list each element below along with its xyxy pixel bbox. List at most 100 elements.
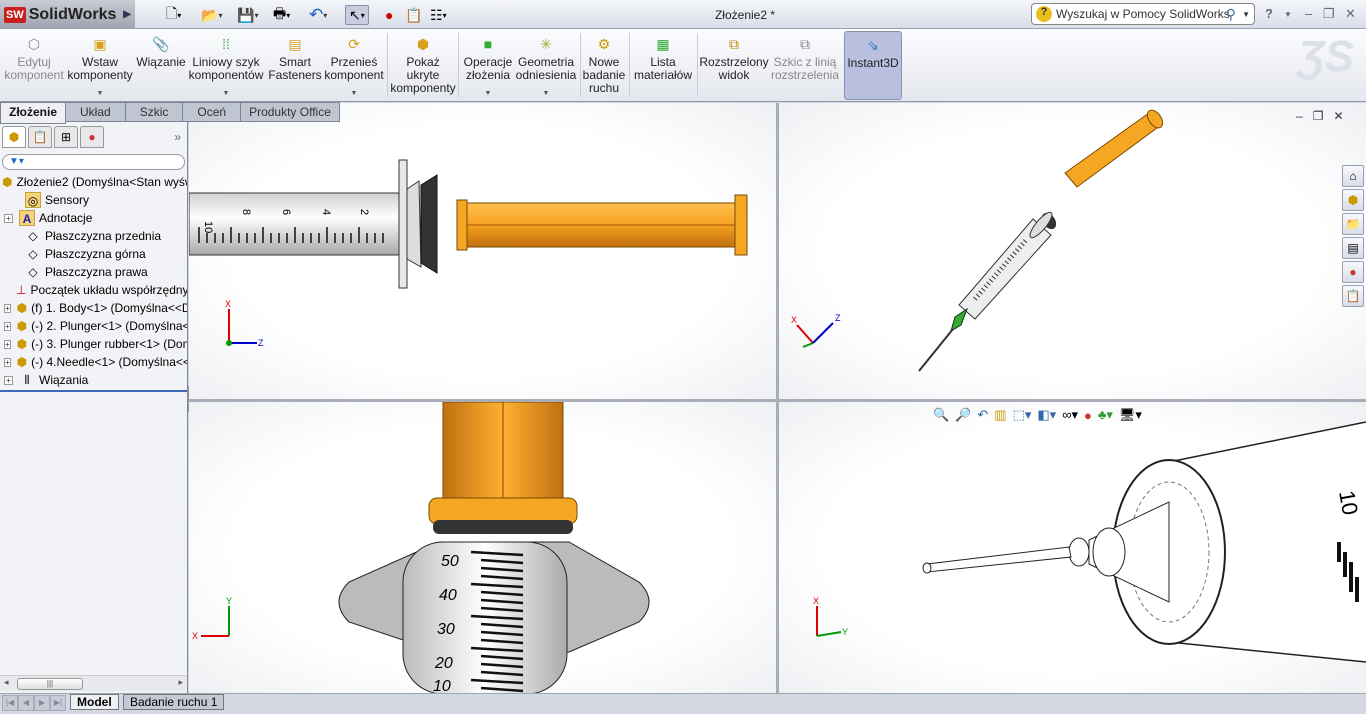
display-manager-tab-icon[interactable]: ● — [80, 126, 104, 148]
exploded-view-button[interactable]: ⧉ Rozstrzelony widok — [699, 31, 768, 100]
command-manager: ⬡ Edytuj komponent ▣ Wstaw komponenty ▼ 📎 Wiąz… — [0, 29, 1366, 102]
viewport-horizontal-splitter[interactable] — [189, 399, 1366, 402]
tree-item-needle[interactable]: + ⬢(-) 4.Needle<1> (Domyślna<<Domyślna> — [0, 353, 187, 371]
tree-item-right-plane[interactable]: ◇ Płaszczyzna prawa — [0, 263, 187, 281]
viewport-right[interactable]: 10 X Y — [779, 402, 1366, 694]
custom-properties-icon[interactable]: 📋 — [1342, 285, 1364, 307]
expand-icon[interactable]: + — [4, 303, 11, 313]
expand-icon[interactable]: + — [4, 375, 13, 385]
expand-icon[interactable]: + — [4, 321, 11, 331]
appearances-icon[interactable]: ● — [1342, 261, 1364, 283]
mark: 8 — [240, 209, 252, 215]
move-component-button[interactable]: ⟳ Przenieś komponent ▼ — [324, 31, 383, 100]
tree-item-origin[interactable]: ⊥ Początek układu współrzędnych — [0, 281, 187, 299]
next-tab-icon[interactable]: ▶ — [34, 695, 50, 711]
command-tabs: Złożenie Układ Szkic Oceń Produkty Offic… — [0, 102, 340, 124]
viewport-front[interactable]: 10 8 6 4 2 X Z — [189, 103, 776, 399]
label: Złożenie2 (Domyślna<Stan wyświetlania-1>… — [16, 175, 187, 189]
view-settings-icon[interactable]: 🖥▾ — [1119, 407, 1142, 423]
axis-z-label: Z — [258, 338, 264, 348]
tree-item-plunger[interactable]: + ⬢(-) 2. Plunger<1> (Domyślna<<Domyślna> — [0, 317, 187, 335]
restore-button[interactable]: ❐ — [1323, 6, 1335, 22]
restore-viewport-button[interactable]: ❐ — [1313, 109, 1324, 123]
rollback-bar[interactable] — [0, 390, 187, 392]
bill-of-materials-button[interactable]: ▦ Lista materiałów — [632, 31, 694, 100]
viewport-top[interactable]: 50 40 30 20 10 Y X — [189, 402, 776, 694]
viewport-isometric[interactable]: X Z — [779, 103, 1366, 399]
last-tab-icon[interactable]: ▶| — [50, 695, 66, 711]
property-manager-tab-icon[interactable]: 📋 — [28, 126, 52, 148]
reference-geometry-icon: ✳ — [540, 36, 552, 52]
chevron-down-icon[interactable]: ▼ — [543, 87, 550, 100]
prev-tab-icon[interactable]: ◀ — [18, 695, 34, 711]
tab-layout[interactable]: Układ — [66, 102, 126, 122]
show-hidden-components-button[interactable]: ⬢ Pokaż ukryte komponenty — [390, 31, 455, 100]
close-button[interactable]: ✕ — [1345, 6, 1356, 22]
zoom-to-fit-icon[interactable]: 🔍 — [933, 407, 949, 423]
tree-item-plunger-rubber[interactable]: + ⬢(-) 3. Plunger rubber<1> (Domyślna<<Do… — [0, 335, 187, 353]
zoom-to-area-icon[interactable]: 🔎 — [955, 407, 971, 423]
tree-filter-input[interactable]: ▼▾ — [2, 154, 185, 170]
design-library-icon[interactable]: ⬢ — [1342, 189, 1364, 211]
tree-item-top-plane[interactable]: ◇ Płaszczyzna górna — [0, 245, 187, 263]
tree-item-body[interactable]: + ⬢(f) 1. Body<1> (Domyślna<<Domyślna> — [0, 299, 187, 317]
tab-model[interactable]: Model — [70, 694, 119, 710]
tree-item-assembly[interactable]: ⬢Złożenie2 (Domyślna<Stan wyświetlania-1… — [0, 173, 187, 191]
edit-component-icon: ⬡ — [27, 36, 41, 52]
expand-icon[interactable]: + — [4, 357, 11, 367]
chevron-down-icon[interactable]: ▼ — [223, 87, 230, 100]
horizontal-scrollbar[interactable]: ◂ ||| ▸ — [0, 675, 187, 691]
view-palette-icon[interactable]: ▤ — [1342, 237, 1364, 259]
label: Fasteners — [268, 68, 322, 82]
apply-scene-icon[interactable]: ♣▾ — [1098, 407, 1113, 423]
tab-evaluate[interactable]: Oceń — [183, 102, 242, 122]
minimize-viewport-button[interactable]: – — [1296, 109, 1303, 123]
new-motion-study-button[interactable]: ⚙ Nowe badanie ruchu — [583, 31, 626, 100]
help-dropdown-icon[interactable]: ▼ — [1284, 10, 1292, 19]
tree-item-sensors[interactable]: ◎ Sensory — [0, 191, 187, 209]
first-tab-icon[interactable]: |◀ — [2, 695, 18, 711]
file-explorer-icon[interactable]: 📁 — [1342, 213, 1364, 235]
smart-fasteners-button[interactable]: ▤ Smart Fasteners — [268, 31, 322, 100]
tree-item-front-plane[interactable]: ◇ Płaszczyzna przednia — [0, 227, 187, 245]
more-tabs-icon[interactable]: » — [174, 130, 181, 144]
configuration-manager-tab-icon[interactable]: ⊞ — [54, 126, 78, 148]
edit-appearance-icon[interactable]: ● — [1084, 408, 1092, 423]
linear-pattern-button[interactable]: ⁞⁞ Liniowy szyk komponentów ▼ — [189, 31, 264, 100]
tree-item-mates[interactable]: + ⫴ Wiązania — [0, 371, 187, 389]
instant3d-button[interactable]: ⇘ Instant3D — [844, 31, 902, 100]
assembly-features-button[interactable]: ■ Operacje złożenia ▼ — [462, 31, 514, 100]
solidworks-resources-icon[interactable]: ⌂ — [1342, 165, 1364, 187]
help-search-input[interactable]: ? Wyszukaj w Pomocy SolidWorks ⚲ ▼ — [1031, 3, 1255, 25]
search-icon[interactable]: ⚲ — [1226, 6, 1236, 23]
chevron-down-icon[interactable]: ▼ — [97, 87, 104, 100]
help-button[interactable]: ? — [1265, 6, 1273, 21]
tab-motion-study[interactable]: Badanie ruchu 1 — [123, 694, 225, 710]
display-style-icon[interactable]: ◧▾ — [1037, 407, 1056, 423]
scroll-right-icon[interactable]: ▸ — [178, 677, 183, 688]
chevron-down-icon[interactable]: ▼ — [1242, 10, 1250, 19]
tab-sketch[interactable]: Szkic — [125, 102, 184, 122]
mate-button[interactable]: 📎 Wiązanie — [136, 31, 186, 100]
insert-components-button[interactable]: ▣ Wstaw komponenty ▼ — [66, 31, 134, 100]
hide-show-items-icon[interactable]: ∞▾ — [1062, 407, 1078, 423]
tree-item-annotations[interactable]: + A Adnotacje — [0, 209, 187, 227]
expand-icon[interactable]: + — [4, 339, 11, 349]
tab-office-products[interactable]: Produkty Office — [241, 102, 340, 122]
chevron-down-icon[interactable]: ▼ — [485, 87, 492, 100]
minimize-button[interactable]: – — [1305, 6, 1312, 21]
explode-line-sketch-button[interactable]: ⧉ Szkic z linią rozstrzelenia — [770, 31, 840, 100]
section-view-icon[interactable]: ▥ — [994, 407, 1006, 423]
scroll-thumb[interactable]: ||| — [17, 678, 83, 690]
close-viewport-button[interactable]: ✕ — [1333, 109, 1343, 123]
edit-component-button[interactable]: ⬡ Edytuj komponent — [4, 31, 64, 100]
scroll-left-icon[interactable]: ◂ — [4, 677, 9, 688]
chevron-down-icon[interactable]: ▼ — [351, 87, 358, 100]
label: rozstrzelenia — [770, 68, 840, 82]
reference-geometry-button[interactable]: ✳ Geometria odniesienia ▼ — [516, 31, 577, 100]
view-orientation-icon[interactable]: ⬚▾ — [1013, 407, 1032, 423]
expand-icon[interactable]: + — [4, 213, 13, 223]
previous-view-icon[interactable]: ↶ — [977, 407, 988, 423]
tab-assembly[interactable]: Złożenie — [0, 102, 67, 124]
feature-manager-tab-icon[interactable]: ⬢ — [2, 126, 26, 148]
